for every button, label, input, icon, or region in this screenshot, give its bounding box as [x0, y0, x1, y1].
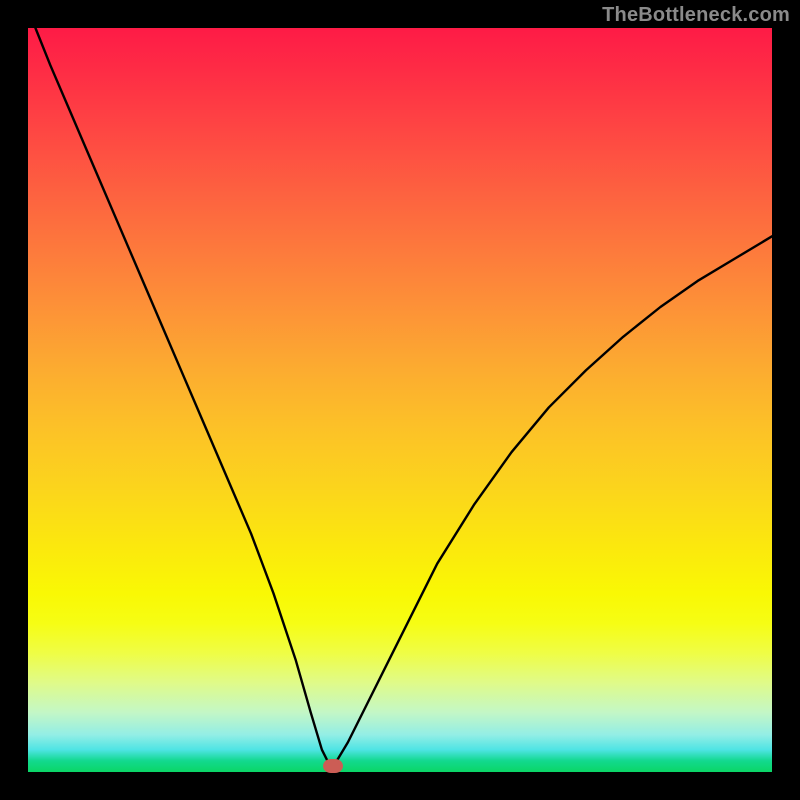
optimum-marker — [323, 759, 343, 773]
chart-frame: TheBottleneck.com — [0, 0, 800, 800]
watermark-text: TheBottleneck.com — [602, 4, 790, 27]
bottleneck-curve — [28, 28, 772, 772]
chart-plot-area — [28, 28, 772, 772]
